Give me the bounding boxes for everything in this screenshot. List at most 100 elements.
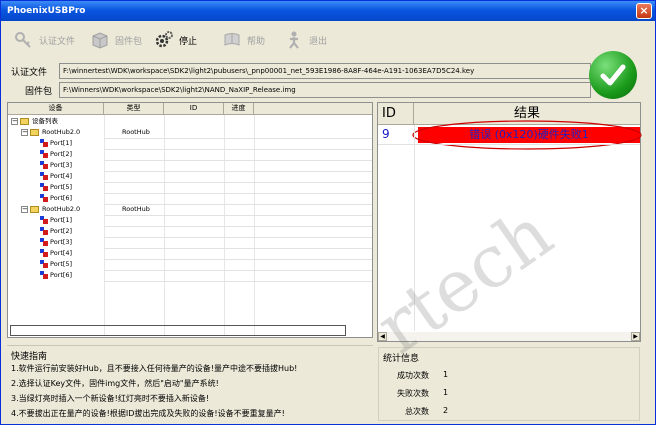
stop-label: 停止 [179,36,198,47]
hub-label: RootHub2.0 [42,128,81,136]
port-label: Port[2] [50,227,73,235]
port-row[interactable]: Port[1] [8,138,378,149]
hub-label: RootHub2.0 [42,205,81,213]
firmware-path: F:\Winners\WDK\workspace\SDK2\light2\NAN… [59,82,591,98]
success-count-label: 成功次数 [397,371,429,380]
usb-port-icon [40,227,48,235]
port-label: Port[5] [50,260,73,268]
firmware-field-label: 固件包 [25,86,53,97]
device-grid: 设备 类型 ID 进度 − 设备列表 − RootHub2.0 RootHub Port[… [7,102,373,338]
stop-button[interactable]: 停止 [153,29,197,51]
port-row[interactable]: Port[1] [8,215,378,226]
col-device[interactable]: 设备 [8,103,104,115]
port-icon-part [43,241,48,246]
port-row[interactable]: Port[6] [8,193,378,204]
window-title: PhoenixUSBPro [7,6,86,16]
help-label: 帮助 [247,36,266,47]
row-divider [104,281,372,282]
result-row-divider [378,144,640,145]
usb-port-icon [40,249,48,257]
auth-file-path: F:\winnertest\WDK\workspace\SDK2\light2\… [59,63,591,79]
port-icon-part [43,230,48,235]
port-label: Port[5] [50,183,73,191]
error-highlight-ellipse [412,120,642,150]
usb-port-icon [40,161,48,169]
folder-icon [30,206,39,213]
usb-port-icon [40,260,48,268]
close-button[interactable]: × [636,3,652,19]
usb-port-icon [40,139,48,147]
port-row[interactable]: Port[4] [8,171,378,182]
col-type[interactable]: 类型 [104,103,164,115]
firmware-button[interactable]: 固件包 [89,29,142,51]
port-label: Port[6] [50,194,73,202]
port-icon-part [43,164,48,169]
port-label: Port[3] [50,161,73,169]
guide-line-1: 1.软件运行前安装好Hub，且不要接入任何待量产的设备!量产中途不要插拔Hub! [11,364,298,373]
port-row[interactable]: Port[2] [8,226,378,237]
port-icon-part [43,219,48,224]
scroll-left-button[interactable]: ◀ [378,332,387,341]
expand-toggle[interactable]: − [11,118,18,125]
tree-root-row[interactable]: − 设备列表 [8,116,378,127]
expand-toggle[interactable]: − [21,206,28,213]
help-button[interactable]: 帮助 [221,29,265,51]
port-row[interactable]: Port[3] [8,160,378,171]
title-bar[interactable]: PhoenixUSBPro × [1,1,655,21]
stats-panel: 统计信息 成功次数 1 失败次数 1 总次数 2 [378,347,640,421]
exit-button[interactable]: 退出 [283,29,327,51]
checkmark-icon [589,51,637,99]
folder-icon [30,129,39,136]
auth-file-button[interactable]: 认证文件 [13,29,75,51]
auth-file-label: 认证文件 [39,36,76,47]
usb-port-icon [40,172,48,180]
exit-icon [283,29,305,51]
results-panel: ID 结果 9 错误 (0x120)硬件失败1 ◀ ▶ [377,102,642,342]
key-icon [13,29,35,51]
usb-port-icon [40,216,48,224]
auth-file-row: 认证文件 [11,63,56,79]
help-icon [221,29,243,51]
guide-title: 快速指南 [11,352,48,362]
col-progress[interactable]: 进度 [224,103,254,115]
port-label: Port[1] [50,139,73,147]
guide-line-2: 2.选择认证Key文件，固件img文件，然后"启动"量产系统! [11,379,219,388]
usb-port-icon [40,238,48,246]
usb-port-icon [40,194,48,202]
port-row[interactable]: Port[6] [8,270,378,281]
gear-icon [153,29,175,51]
app-window: PhoenixUSBPro × 认证文件 固件包 停止 帮助 退出 认证文件 F… [0,0,656,425]
result-col-divider [414,125,415,331]
result-id-cell: 9 [382,127,390,141]
port-row[interactable]: Port[2] [8,149,378,160]
port-row[interactable]: Port[5] [8,259,378,270]
device-grid-header: 设备 类型 ID 进度 [8,103,372,115]
total-count-value: 2 [443,406,449,415]
port-label: Port[4] [50,249,73,257]
guide-line-3: 3.当绿灯亮时插入一个新设备!红灯亮时不要插入新设备! [11,394,210,403]
col-result-id[interactable]: ID [378,103,414,125]
port-row[interactable]: Port[5] [8,182,378,193]
hub-row[interactable]: − RootHub2.0 RootHub [8,127,378,138]
success-count-value: 1 [443,370,449,379]
exit-label: 退出 [309,36,328,47]
port-row[interactable]: Port[3] [8,237,378,248]
scroll-right-button[interactable]: ▶ [631,332,640,341]
port-label: Port[3] [50,238,73,246]
port-icon-part [43,186,48,191]
port-icon-part [43,175,48,180]
results-hscroll[interactable]: ◀ ▶ [378,332,640,341]
hub-row[interactable]: − RootHub2.0 RootHub [8,204,378,215]
port-label: Port[6] [50,271,73,279]
port-icon-part [43,263,48,268]
usb-port-icon [40,271,48,279]
firmware-label: 固件包 [115,36,143,47]
port-row[interactable]: Port[4] [8,248,378,259]
selected-row-outline [10,325,346,336]
guide-line-4: 4.不要拔出正在量产的设备!根据ID拔出完成及失败的设备!设备不要重复量产! [11,409,285,418]
port-icon-part [43,142,48,147]
col-id[interactable]: ID [164,103,224,115]
port-icon-part [43,252,48,257]
hub-type: RootHub [122,205,150,213]
expand-toggle[interactable]: − [21,129,28,136]
